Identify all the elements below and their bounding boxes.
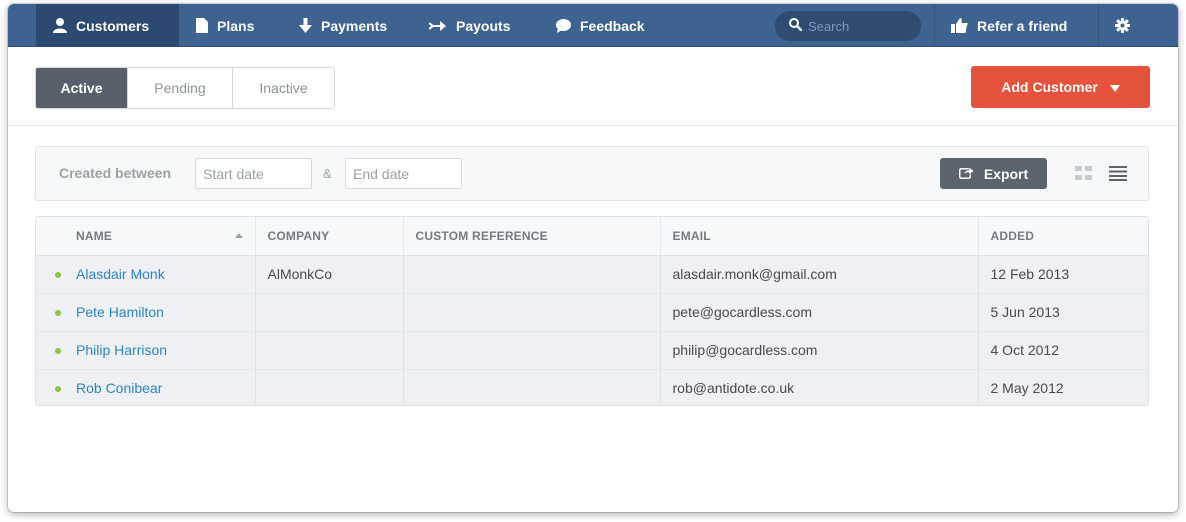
- sort-ascending-icon: [234, 233, 243, 238]
- nav-feedback-label: Feedback: [580, 17, 645, 34]
- tab-pending[interactable]: Pending: [127, 68, 232, 108]
- nav-customers[interactable]: Customers: [36, 4, 179, 47]
- customer-name-link[interactable]: Rob Conibear: [76, 380, 162, 396]
- reference-cell: [403, 255, 661, 294]
- added-cell: 12 Feb 2013: [978, 255, 1148, 294]
- top-nav: Customers Plans Payments Payouts Feedbac…: [8, 4, 1178, 47]
- refer-a-friend-label: Refer a friend: [977, 17, 1068, 34]
- reference-cell: [403, 331, 661, 370]
- company-cell: [255, 331, 404, 370]
- nav-payouts[interactable]: Payouts: [412, 4, 539, 47]
- nav-payments-label: Payments: [321, 17, 388, 34]
- table-row[interactable]: Alasdair Monk AlMonkCo alasdair.monk@gma…: [36, 255, 1148, 294]
- table-header-row: NAME COMPANY CUSTOM REFERENCE EMAIL ADDE…: [36, 217, 1148, 256]
- add-customer-label: Add Customer: [1001, 79, 1098, 95]
- name-cell: Philip Harrison: [36, 331, 256, 370]
- arrow-down-icon: [299, 18, 312, 33]
- column-header-label: NAME: [76, 228, 113, 243]
- added-cell: 2 May 2012: [978, 369, 1148, 405]
- company-cell: [255, 369, 404, 405]
- name-cell: Alasdair Monk: [36, 255, 256, 294]
- email-cell: philip@gocardless.com: [660, 331, 979, 370]
- nav-plans[interactable]: Plans: [179, 4, 282, 47]
- status-tab-bar: Active Pending Inactive Add Customer: [8, 48, 1178, 126]
- end-date-field[interactable]: [345, 158, 462, 189]
- reference-cell: [403, 369, 661, 405]
- email-cell: rob@antidote.co.uk: [660, 369, 979, 405]
- created-between-label: Created between: [59, 165, 172, 181]
- settings-button[interactable]: [1098, 4, 1178, 47]
- caret-down-icon: [1109, 79, 1120, 95]
- nav-payouts-label: Payouts: [456, 17, 511, 34]
- arrow-right-icon: [429, 20, 447, 32]
- customer-name-link[interactable]: Pete Hamilton: [76, 304, 164, 320]
- grid-view-icon[interactable]: [1075, 165, 1092, 184]
- column-header-email[interactable]: EMAIL: [660, 217, 979, 256]
- thumbs-up-icon: [951, 18, 968, 33]
- nav-payments[interactable]: Payments: [282, 4, 412, 47]
- user-icon: [53, 18, 67, 33]
- export-button[interactable]: Export: [940, 158, 1047, 189]
- status-dot: [55, 385, 61, 392]
- reference-cell: [403, 293, 661, 332]
- table-row[interactable]: Philip Harrison philip@gocardless.com 4 …: [36, 331, 1148, 370]
- speech-bubble-icon: [556, 18, 571, 33]
- export-icon: [958, 165, 975, 182]
- customer-name-link[interactable]: Philip Harrison: [76, 342, 167, 358]
- nav-plans-label: Plans: [217, 17, 255, 34]
- company-cell: AlMonkCo: [255, 255, 404, 294]
- column-header-company[interactable]: COMPANY: [255, 217, 404, 256]
- name-cell: Pete Hamilton: [36, 293, 256, 332]
- search-input[interactable]: [808, 18, 908, 34]
- added-cell: 5 Jun 2013: [978, 293, 1148, 332]
- gear-icon: [1115, 18, 1130, 33]
- document-icon: [196, 18, 208, 33]
- email-cell: pete@gocardless.com: [660, 293, 979, 332]
- customer-name-link[interactable]: Alasdair Monk: [76, 266, 165, 282]
- status-dot: [55, 309, 61, 316]
- search-box: [775, 11, 921, 41]
- status-tabs: Active Pending Inactive: [35, 67, 335, 109]
- export-label: Export: [983, 165, 1029, 182]
- search-icon: [789, 18, 803, 34]
- add-customer-button[interactable]: Add Customer: [971, 66, 1150, 108]
- table-row[interactable]: Pete Hamilton pete@gocardless.com 5 Jun …: [36, 293, 1148, 332]
- nav-feedback[interactable]: Feedback: [539, 4, 664, 47]
- tab-active[interactable]: Active: [36, 68, 127, 108]
- refer-a-friend-link[interactable]: Refer a friend: [934, 4, 1098, 47]
- email-cell: alasdair.monk@gmail.com: [660, 255, 979, 294]
- name-cell: Rob Conibear: [36, 369, 256, 405]
- tab-inactive[interactable]: Inactive: [232, 68, 334, 108]
- column-header-custom-reference[interactable]: CUSTOM REFERENCE: [403, 217, 661, 256]
- start-date-field[interactable]: [195, 158, 312, 189]
- status-dot: [55, 271, 61, 278]
- table-row[interactable]: Rob Conibear rob@antidote.co.uk 2 May 20…: [36, 369, 1148, 405]
- column-header-name[interactable]: NAME: [36, 217, 256, 256]
- app-window: Customers Plans Payments Payouts Feedbac…: [8, 4, 1178, 512]
- date-separator: &: [323, 166, 332, 181]
- customers-table: NAME COMPANY CUSTOM REFERENCE EMAIL ADDE…: [35, 216, 1149, 406]
- company-cell: [255, 293, 404, 332]
- filter-bar: Created between & Export: [35, 146, 1149, 201]
- list-view-icon[interactable]: [1109, 165, 1127, 184]
- added-cell: 4 Oct 2012: [978, 331, 1148, 370]
- status-dot: [55, 347, 61, 354]
- nav-customers-label: Customers: [76, 17, 150, 34]
- column-header-added[interactable]: ADDED: [978, 217, 1148, 256]
